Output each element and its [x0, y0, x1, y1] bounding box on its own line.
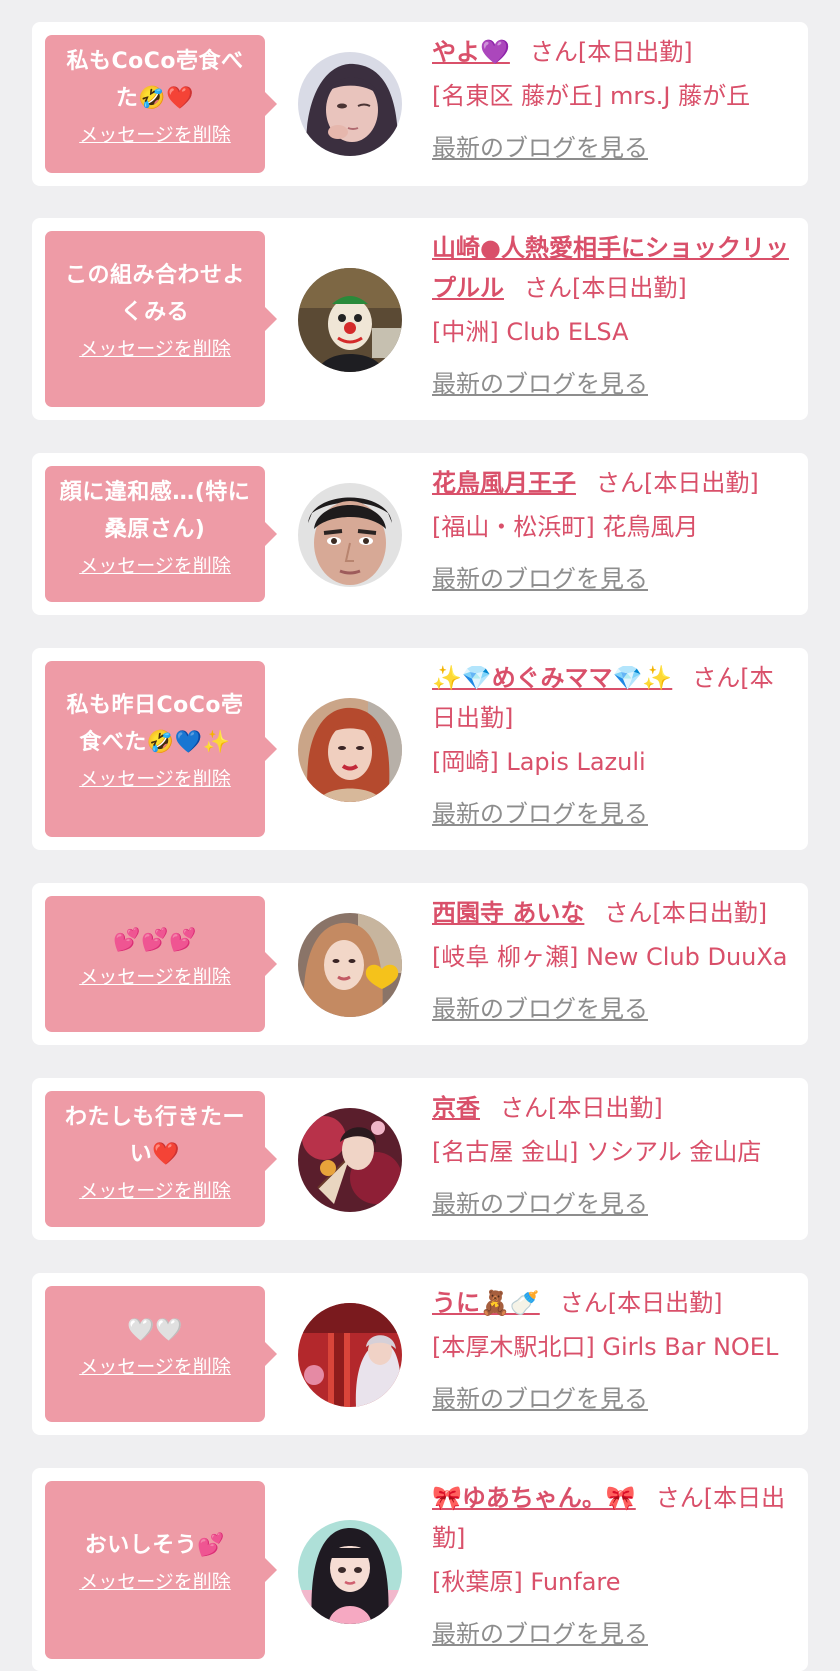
avatar[interactable] — [298, 268, 402, 372]
shop-name: [福山・松浜町] 花鳥風月 — [432, 513, 699, 541]
latest-blog-link[interactable]: 最新のブログを見る — [432, 128, 648, 168]
portrait-woman-pink-outfit-icon — [298, 1520, 402, 1624]
cast-name-link[interactable]: ✨💎めぐみママ💎✨ — [432, 664, 672, 692]
message-card: この組み合わせよ くみる メッセージを削除 山崎●人熱愛相手にショックリップルル… — [32, 218, 808, 420]
portrait-woman-yellow-heart-icon — [298, 913, 402, 1017]
message-card: 私もCoCo壱食べ た🤣❤️ メッセージを削除 やよ💜 さん[本日出勤] [名東区… — [32, 22, 808, 186]
shop-name: [秋葉原] Funfare — [432, 1568, 621, 1596]
attendance-label: さん[本日出勤] — [500, 1094, 663, 1122]
name-line: 西園寺 あいな さん[本日出勤] — [432, 893, 796, 933]
attendance-label: さん[本日出勤] — [604, 899, 768, 927]
cast-name-link[interactable]: 花鳥風月王子 — [432, 469, 576, 497]
avatar[interactable] — [298, 483, 402, 587]
cast-name-link[interactable]: 京香 — [432, 1094, 480, 1122]
shop-name: [岐阜 柳ヶ瀬] New Club DuuXa — [432, 943, 788, 971]
portrait-clown-mask-icon — [298, 268, 402, 372]
message-text: 💕💕💕 — [113, 928, 197, 953]
message-card: わたしも行きたー い❤️ メッセージを削除 京香 さん[本日出勤] [名古屋 金山… — [32, 1078, 808, 1240]
portrait-kimono-fan-icon — [298, 1108, 402, 1212]
latest-blog-link[interactable]: 最新のブログを見る — [432, 559, 648, 599]
message-text: おいしそう💕 — [84, 1533, 226, 1558]
avatar[interactable] — [298, 1108, 402, 1212]
shop-name: [中洲] Club ELSA — [432, 318, 629, 346]
shop-name: [本厚木駅北口] Girls Bar NOEL — [432, 1333, 779, 1361]
delete-message-link[interactable]: メッセージを削除 — [79, 1570, 231, 1594]
message-bubble: 私もCoCo壱食べ た🤣❤️ メッセージを削除 — [45, 35, 277, 173]
message-bubble: 💕💕💕 メッセージを削除 — [45, 896, 277, 1032]
avatar[interactable] — [298, 52, 402, 156]
message-bubble: この組み合わせよ くみる メッセージを削除 — [45, 231, 277, 407]
profile-info: ✨💎めぐみママ💎✨ さん[本日出勤] [岡崎] Lapis Lazuli 最新のブ… — [432, 658, 796, 834]
cast-name-link[interactable]: 西園寺 あいな — [432, 899, 584, 927]
message-card: おいしそう💕 メッセージを削除 🎀ゆあちゃん。🎀 さん[本日出勤] [秋葉原] F… — [32, 1468, 808, 1671]
delete-message-link[interactable]: メッセージを削除 — [79, 554, 231, 578]
portrait-woman-red-interior-icon — [298, 1303, 402, 1407]
portrait-woman-dark-hair-icon — [298, 52, 402, 156]
delete-message-link[interactable]: メッセージを削除 — [79, 337, 231, 361]
message-list: 私もCoCo壱食べ た🤣❤️ メッセージを削除 やよ💜 さん[本日出勤] [名東区… — [0, 0, 840, 1671]
message-text: 私も昨日CoCo壱 食べた🤣💙✨ — [66, 693, 244, 755]
message-bubble: おいしそう💕 メッセージを削除 — [45, 1481, 277, 1659]
profile-info: 🎀ゆあちゃん。🎀 さん[本日出勤] [秋葉原] Funfare 最新のブログを見る — [432, 1478, 796, 1654]
name-line: うに🧸🍼 さん[本日出勤] — [432, 1283, 796, 1323]
cast-name-link[interactable]: やよ💜 — [432, 38, 510, 66]
profile-info: 西園寺 あいな さん[本日出勤] [岐阜 柳ヶ瀬] New Club DuuXa … — [432, 893, 796, 1029]
shop-name: [名古屋 金山] ソシアル 金山店 — [432, 1138, 762, 1166]
message-bubble: 私も昨日CoCo壱 食べた🤣💙✨ メッセージを削除 — [45, 661, 277, 837]
portrait-woman-red-hair-icon — [298, 698, 402, 802]
message-bubble: 🤍🤍 メッセージを削除 — [45, 1286, 277, 1422]
delete-message-link[interactable]: メッセージを削除 — [79, 1179, 231, 1203]
name-line: 花鳥風月王子 さん[本日出勤] — [432, 463, 796, 503]
message-bubble: 顔に違和感…(特に 桑原さん) メッセージを削除 — [45, 466, 277, 602]
message-card: 🤍🤍 メッセージを削除 うに🧸🍼 さん[本日出勤] [本厚木駅北口] Girls … — [32, 1273, 808, 1435]
latest-blog-link[interactable]: 最新のブログを見る — [432, 1614, 648, 1654]
latest-blog-link[interactable]: 最新のブログを見る — [432, 364, 648, 404]
profile-info: 山崎●人熱愛相手にショックリップルル さん[本日出勤] [中洲] Club ELS… — [432, 228, 796, 404]
message-card: 顔に違和感…(特に 桑原さん) メッセージを削除 花鳥風月王子 さん[本日出勤]… — [32, 453, 808, 615]
message-text: 🤍🤍 — [127, 1318, 183, 1343]
message-bubble: わたしも行きたー い❤️ メッセージを削除 — [45, 1091, 277, 1227]
profile-info: やよ💜 さん[本日出勤] [名東区 藤が丘] mrs.J 藤が丘 最新のブログを見… — [432, 32, 796, 168]
name-line: 京香 さん[本日出勤] — [432, 1088, 796, 1128]
attendance-label: さん[本日出勤] — [559, 1289, 723, 1317]
attendance-label: さん[本日出勤] — [596, 469, 759, 497]
latest-blog-link[interactable]: 最新のブログを見る — [432, 794, 648, 834]
message-text: 顔に違和感…(特に 桑原さん) — [59, 480, 251, 542]
profile-info: 花鳥風月王子 さん[本日出勤] [福山・松浜町] 花鳥風月 最新のブログを見る — [432, 463, 796, 599]
avatar[interactable] — [298, 1520, 402, 1624]
latest-blog-link[interactable]: 最新のブログを見る — [432, 1184, 648, 1224]
delete-message-link[interactable]: メッセージを削除 — [79, 965, 231, 989]
shop-name: [岡崎] Lapis Lazuli — [432, 748, 646, 776]
delete-message-link[interactable]: メッセージを削除 — [79, 767, 231, 791]
avatar[interactable] — [298, 698, 402, 802]
name-line: 山崎●人熱愛相手にショックリップルル さん[本日出勤] — [432, 228, 796, 308]
message-text: この組み合わせよ くみる — [64, 263, 245, 325]
name-line: やよ💜 さん[本日出勤] — [432, 32, 796, 72]
name-line: 🎀ゆあちゃん。🎀 さん[本日出勤] — [432, 1478, 796, 1558]
message-card: 💕💕💕 メッセージを削除 西園寺 あいな さん[本日出勤] [岐阜 柳ヶ瀬] Ne… — [32, 883, 808, 1045]
attendance-label: さん[本日出勤] — [529, 38, 693, 66]
profile-info: うに🧸🍼 さん[本日出勤] [本厚木駅北口] Girls Bar NOEL 最新の… — [432, 1283, 796, 1419]
portrait-man-face-icon — [298, 483, 402, 587]
latest-blog-link[interactable]: 最新のブログを見る — [432, 989, 648, 1029]
cast-name-link[interactable]: うに🧸🍼 — [432, 1289, 540, 1317]
profile-info: 京香 さん[本日出勤] [名古屋 金山] ソシアル 金山店 最新のブログを見る — [432, 1088, 796, 1224]
message-text: わたしも行きたー い❤️ — [64, 1105, 245, 1167]
avatar[interactable] — [298, 913, 402, 1017]
message-card: 私も昨日CoCo壱 食べた🤣💙✨ メッセージを削除 ✨💎めぐみママ💎✨ さん[本日… — [32, 648, 808, 850]
latest-blog-link[interactable]: 最新のブログを見る — [432, 1379, 648, 1419]
attendance-label: さん[本日出勤] — [524, 274, 687, 302]
shop-name: [名東区 藤が丘] mrs.J 藤が丘 — [432, 82, 751, 110]
cast-name-link[interactable]: 🎀ゆあちゃん。🎀 — [432, 1484, 636, 1512]
name-line: ✨💎めぐみママ💎✨ さん[本日出勤] — [432, 658, 796, 738]
message-text: 私もCoCo壱食べ た🤣❤️ — [66, 49, 244, 111]
delete-message-link[interactable]: メッセージを削除 — [79, 1355, 231, 1379]
avatar[interactable] — [298, 1303, 402, 1407]
delete-message-link[interactable]: メッセージを削除 — [79, 123, 231, 147]
